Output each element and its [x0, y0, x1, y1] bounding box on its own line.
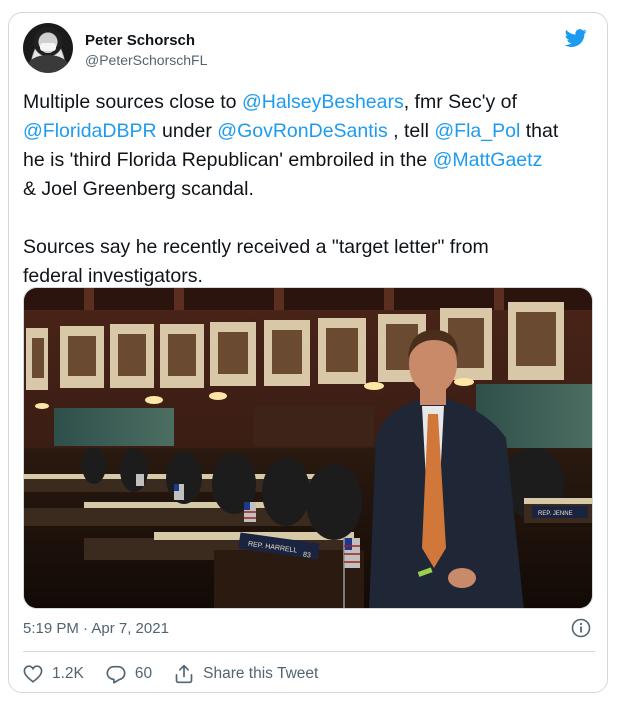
reply-count: 60	[134, 665, 153, 682]
tweet-header: Peter Schorsch @PeterSchorschFL	[23, 23, 593, 75]
nameplate-jenne: REP. JENNE	[538, 511, 573, 517]
share-button[interactable]: Share this Tweet	[174, 664, 318, 684]
mention-link[interactable]: @MattGaetz	[433, 149, 543, 171]
mention-link[interactable]: @Fla_Pol	[434, 120, 520, 142]
share-icon	[175, 664, 193, 684]
tweet-card[interactable]: Peter Schorsch @PeterSchorschFL Multiple…	[8, 12, 608, 693]
avatar-shoulders	[27, 55, 69, 73]
tweet-text-segment: , fmr Sec'y of	[403, 91, 517, 113]
author-name[interactable]: Peter Schorsch	[85, 32, 195, 49]
tweet-actions: 1.2K 60 Share this Tweet	[23, 662, 340, 686]
mention-link[interactable]: @HalseyBeshears	[242, 91, 404, 113]
tweet-text-segment: , tell	[387, 120, 435, 142]
nameplate-district: 83	[303, 551, 312, 559]
florida-house-chamber-photo: REP. HARRELL 83 REP. JENNE	[24, 288, 592, 608]
mention-link[interactable]: @GovRonDeSantis	[217, 120, 387, 142]
avatar-mask	[40, 43, 56, 51]
tweet-text-segment: under	[156, 120, 218, 142]
reply-button[interactable]: 60	[106, 665, 152, 684]
like-count: 1.2K	[52, 665, 84, 682]
like-button[interactable]: 1.2K	[23, 665, 84, 683]
author-handle[interactable]: @PeterSchorschFL	[85, 52, 207, 68]
share-label: Share this Tweet	[203, 665, 319, 682]
tweet-photo[interactable]: REP. HARRELL 83 REP. JENNE	[23, 287, 593, 609]
mention-link[interactable]: @FloridaDBPR	[23, 120, 157, 142]
heart-icon	[23, 665, 43, 683]
author-avatar[interactable]	[23, 23, 73, 73]
tweet-text-segment: & Joel Greenberg scandal. Sources say he…	[23, 178, 489, 287]
tweet-body: Multiple sources close to @HalseyBeshear…	[23, 88, 598, 291]
tweet-text-segment: Multiple sources close to	[23, 91, 242, 113]
divider	[23, 651, 595, 652]
info-icon[interactable]	[571, 618, 591, 638]
reply-icon	[106, 665, 126, 684]
twitter-bird-icon[interactable]	[563, 27, 589, 49]
tweet-timestamp[interactable]: 5:19 PM · Apr 7, 2021	[23, 620, 169, 637]
